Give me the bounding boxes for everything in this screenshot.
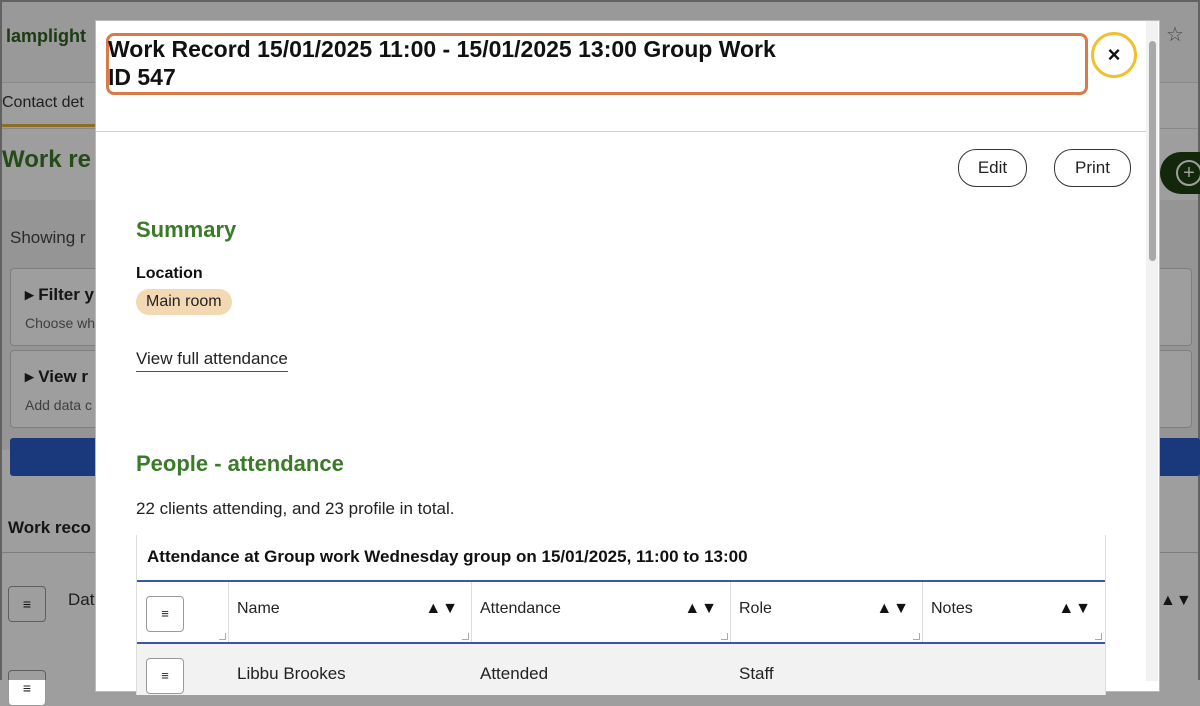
print-button[interactable]: Print [1054,149,1131,187]
edit-button[interactable]: Edit [958,149,1027,187]
resize-grip-icon[interactable] [462,633,469,640]
column-label: Role [739,600,772,617]
view-full-attendance-link[interactable]: View full attendance [136,349,288,372]
row-menu-button[interactable]: ≡ [146,658,184,694]
table-caption: Attendance at Group work Wednesday group… [147,547,748,566]
column-label: Name [237,600,280,617]
star-icon[interactable]: ☆ [1164,24,1186,46]
scrollbar-thumb[interactable] [1149,41,1156,261]
name-column-header[interactable]: Name ▲▼ [228,582,472,642]
resize-grip-icon[interactable] [913,633,920,640]
table-row[interactable]: ≡ Libbu Brookes Attended Staff [137,644,1105,695]
notes-column-header[interactable]: Notes ▲▼ [922,582,1104,642]
dialog-header: Work Record 15/01/2025 11:00 - 15/01/202… [96,21,1146,132]
dialog-title: Work Record 15/01/2025 11:00 - 15/01/202… [108,35,1008,91]
sort-icon[interactable]: ▲▼ [425,600,459,618]
sort-icon[interactable]: ▲▼ [1058,600,1092,618]
column-label: Attendance [480,600,561,617]
sort-icon[interactable]: ▲▼ [684,600,718,618]
people-attendance-heading: People - attendance [136,451,344,476]
attendance-summary: 22 clients attending, and 23 profile in … [136,499,455,518]
title-line-2: ID 547 [108,64,176,90]
sort-icon[interactable]: ▲▼ [876,600,910,618]
location-label: Location [136,265,203,282]
column-menu-button[interactable]: ≡ [146,596,184,632]
work-record-dialog: Work Record 15/01/2025 11:00 - 15/01/202… [95,20,1160,695]
close-button[interactable]: × [1091,32,1137,78]
column-label: Notes [931,600,973,617]
location-tag: Main room [136,289,232,315]
table-header-row: ≡ Name ▲▼ Attendance ▲▼ Role ▲▼ Notes ▲▼ [137,582,1105,644]
menu-column-header: ≡ [137,582,229,642]
attendance-column-header[interactable]: Attendance ▲▼ [471,582,731,642]
cell-name: Libbu Brookes [237,664,346,683]
title-line-1: Work Record 15/01/2025 11:00 - 15/01/202… [108,36,776,62]
attendance-table: Attendance at Group work Wednesday group… [136,535,1106,695]
resize-grip-icon[interactable] [219,633,226,640]
role-column-header[interactable]: Role ▲▼ [730,582,923,642]
cell-role: Staff [739,664,774,683]
cell-attendance: Attended [480,664,549,683]
resize-grip-icon[interactable] [721,633,728,640]
resize-grip-icon[interactable] [1095,633,1102,640]
summary-heading: Summary [136,217,237,242]
